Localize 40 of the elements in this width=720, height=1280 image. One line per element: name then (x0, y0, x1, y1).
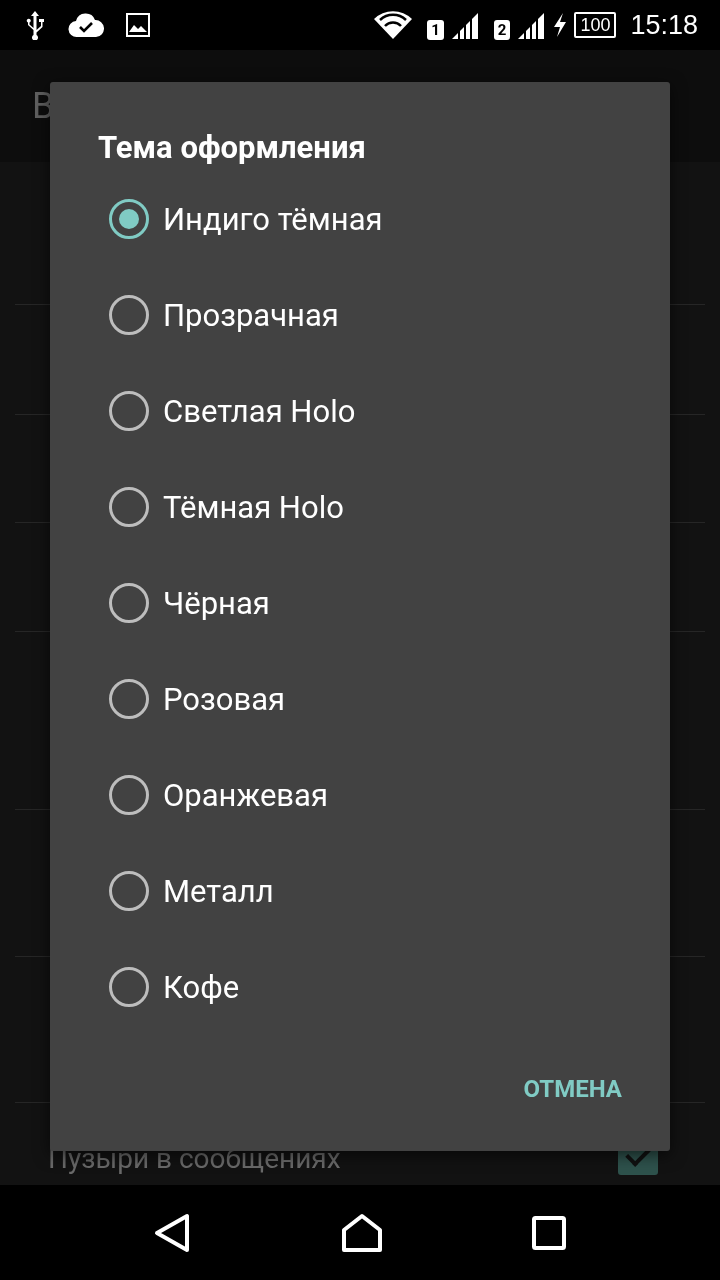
option-label: Оранжевая (163, 776, 328, 814)
cloud-check-icon (68, 12, 104, 38)
radio-button[interactable] (109, 583, 149, 623)
clock-time: 15:18 (630, 9, 698, 41)
wifi-icon (373, 10, 414, 40)
theme-option[interactable]: Чёрная (50, 555, 670, 651)
radio-button[interactable] (109, 295, 149, 335)
theme-option[interactable]: Кофе (50, 939, 670, 1035)
usb-icon (24, 10, 46, 40)
option-label: Светлая Holo (163, 392, 356, 430)
sim-badge: 1 (427, 19, 444, 40)
theme-option[interactable]: Индиго тёмная (50, 171, 670, 267)
radio-button[interactable] (109, 775, 149, 815)
option-label: Розовая (163, 680, 286, 718)
theme-option[interactable]: Тёмная Holo (50, 459, 670, 555)
theme-option[interactable]: Розовая (50, 651, 670, 747)
battery-level: 100 (574, 12, 617, 38)
option-label: Прозрачная (163, 296, 339, 334)
radio-button[interactable] (109, 967, 149, 1007)
theme-option[interactable]: Прозрачная (50, 267, 670, 363)
option-label: Чёрная (163, 584, 270, 622)
radio-button[interactable] (109, 487, 149, 527)
theme-option[interactable]: Оранжевая (50, 747, 670, 843)
theme-option[interactable]: Металл (50, 843, 670, 939)
cancel-button[interactable]: ОТМЕНА (515, 1061, 630, 1117)
home-icon[interactable] (341, 1212, 383, 1253)
dialog-title: Тема оформления (97, 128, 367, 168)
charging-icon (552, 12, 569, 38)
theme-option[interactable]: Светлая Holo (50, 363, 670, 459)
option-label: Металл (163, 872, 274, 910)
option-label: Тёмная Holo (163, 488, 344, 526)
radio-button[interactable] (109, 871, 149, 911)
recent-apps-icon[interactable] (531, 1215, 566, 1250)
option-label: Индиго тёмная (163, 200, 383, 238)
radio-button[interactable] (109, 679, 149, 719)
radio-button[interactable] (109, 391, 149, 431)
image-icon (126, 13, 150, 37)
radio-button[interactable] (109, 199, 149, 239)
option-label: Кофе (163, 968, 240, 1006)
sim-badge: 2 (493, 19, 511, 40)
